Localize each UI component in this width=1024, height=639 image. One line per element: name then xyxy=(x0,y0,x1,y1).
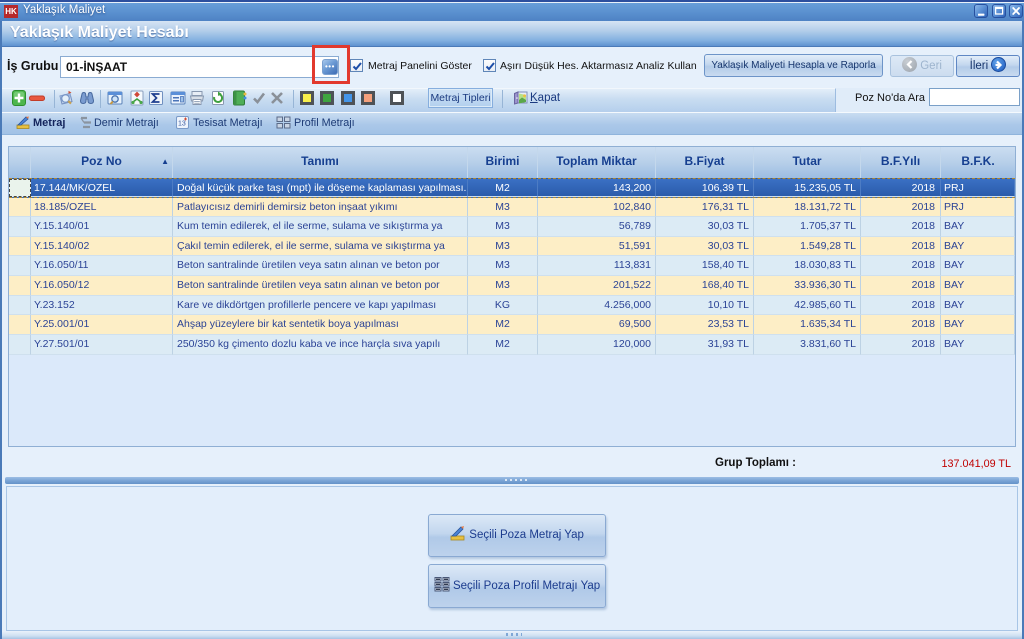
svg-text:13: 13 xyxy=(178,121,186,128)
